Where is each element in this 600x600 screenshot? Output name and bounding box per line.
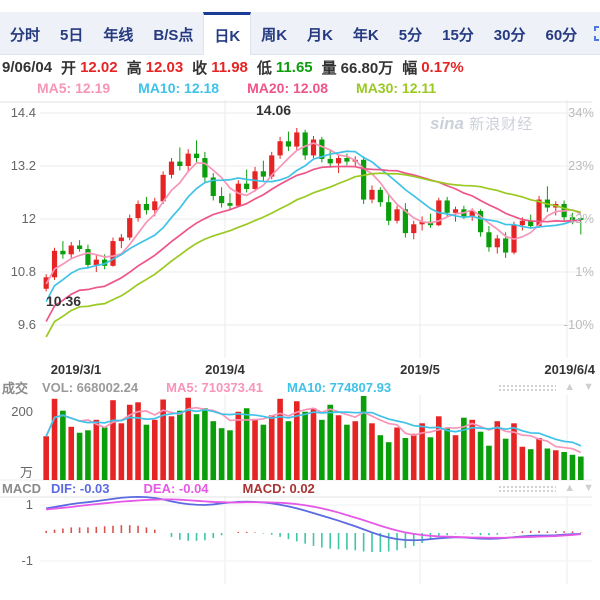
percent-axis-tick: 1%: [550, 264, 594, 279]
drag-handle-icon[interactable]: [498, 384, 556, 391]
volume-chart[interactable]: [0, 395, 592, 481]
quote-field-label: 幅: [402, 57, 417, 78]
dif-value: DIF: -0.03: [51, 481, 110, 496]
price-axis-tick: 12: [0, 211, 36, 226]
tab-周K[interactable]: 周K: [251, 12, 297, 54]
scroll-down-icon[interactable]: ▼: [583, 382, 594, 393]
date-axis-tick: 2019/5: [390, 362, 450, 377]
volume-panel-header: 成交 VOL: 668002.24 MA5: 710373.41 MA10: 7…: [2, 379, 391, 395]
volume-axis-unit: 万: [0, 462, 33, 481]
macd-chart[interactable]: [0, 496, 592, 584]
ma20-line: [46, 166, 581, 321]
quote-field-label: 收: [192, 57, 207, 78]
tab-60分[interactable]: 60分: [535, 12, 587, 54]
candlestick-series: [44, 128, 584, 291]
price-axis-tick: 13.2: [0, 158, 36, 173]
quote-field-value: 12.03: [146, 59, 184, 76]
macd-panel-title: MACD: [2, 481, 41, 496]
price-axis-tick: 9.6: [0, 317, 36, 332]
tab-15分[interactable]: 15分: [432, 12, 484, 54]
tab-5日[interactable]: 5日: [50, 12, 93, 54]
quote-field-value: 66.80万: [341, 57, 394, 78]
ma10-line: [46, 151, 581, 301]
percent-axis-tick: 23%: [550, 158, 594, 173]
volume-ma5-value: MA5: 710373.41: [166, 380, 263, 395]
date-axis-tick: 2019/6/4: [544, 362, 595, 377]
date-axis-tick: 2019/3/1: [44, 362, 108, 377]
ma10-value: MA10: 12.18: [138, 80, 219, 98]
sina-watermark: sina 新浪财经: [430, 113, 533, 134]
ma-values-row: MA5: 12.19 MA10: 12.18 MA20: 12.08 MA30:…: [37, 80, 436, 98]
quote-field-label: 开: [61, 57, 76, 78]
quote-field-label: 量: [322, 57, 337, 78]
price-axis-tick: 14.4: [0, 105, 36, 120]
low-price-annotation: 10.36: [46, 293, 81, 309]
tab-B/S点[interactable]: B/S点: [143, 12, 203, 54]
ma5-value: MA5: 12.19: [37, 80, 110, 98]
watermark-text: 新浪财经: [469, 116, 533, 133]
tab-5分[interactable]: 5分: [389, 12, 432, 54]
quote-date: 9/06/04: [2, 59, 52, 76]
ma30-line: [46, 173, 581, 337]
ma5-line: [46, 143, 581, 284]
volume-panel-title: 成交: [2, 378, 28, 397]
tab-30分[interactable]: 30分: [484, 12, 536, 54]
fullscreen-icon[interactable]: [593, 25, 600, 42]
period-tab-bar: 分时5日年线B/S点日K周K月K年K5分15分30分60分: [0, 12, 600, 55]
drag-handle-icon[interactable]: [498, 485, 556, 492]
tab-年线[interactable]: 年线: [93, 12, 143, 54]
macd-value: MACD: 0.02: [243, 481, 315, 496]
ma20-value: MA20: 12.08: [247, 80, 328, 98]
percent-axis-tick: 34%: [550, 105, 594, 120]
volume-ma10-value: MA10: 774807.93: [287, 380, 391, 395]
macd-axis-tick: 1: [0, 497, 33, 512]
percent-axis-tick: 12%: [550, 211, 594, 226]
volume-value: VOL: 668002.24: [42, 380, 138, 395]
scroll-down-icon[interactable]: ▼: [583, 483, 594, 494]
tab-分时[interactable]: 分时: [0, 12, 50, 54]
quote-field-label: 高: [127, 57, 142, 78]
macd-panel-header: MACD DIF: -0.03 DEA: -0.04 MACD: 0.02: [2, 480, 315, 496]
tab-月K[interactable]: 月K: [297, 12, 343, 54]
quote-field-value: 11.65: [276, 59, 313, 76]
scroll-up-icon[interactable]: ▲: [564, 483, 575, 494]
quote-field-value: 12.02: [80, 59, 118, 76]
price-axis-tick: 10.8: [0, 264, 36, 279]
sina-logo: sina: [430, 114, 464, 133]
vertical-gridlines: [225, 496, 567, 584]
percent-axis-tick: -10%: [550, 317, 594, 332]
tab-日K[interactable]: 日K: [203, 12, 251, 55]
quote-field-label: 低: [257, 57, 272, 78]
macd-panel-controls: ▲ ▼: [498, 483, 594, 494]
candlestick-chart[interactable]: [0, 100, 592, 358]
tab-年K[interactable]: 年K: [343, 12, 389, 54]
ma30-value: MA30: 12.11: [356, 80, 436, 98]
date-axis-tick: 2019/4: [195, 362, 255, 377]
volume-axis-tick: 200: [0, 404, 33, 419]
macd-axis-tick: -1: [0, 553, 33, 568]
quote-row: 9/06/04 开12.02 高12.03 收11.98 低11.65 量66.80万幅…: [2, 57, 464, 77]
quote-field-value: 0.17%: [421, 59, 464, 76]
scroll-up-icon[interactable]: ▲: [564, 382, 575, 393]
dea-value: DEA: -0.04: [144, 481, 209, 496]
quote-field-value: 11.98: [211, 59, 248, 76]
volume-panel-controls: ▲ ▼: [498, 382, 594, 393]
high-price-annotation: 14.06: [256, 102, 291, 118]
stock-chart-app: 分时5日年线B/S点日K周K月K年K5分15分30分60分 9/06/04 开1…: [0, 0, 600, 600]
